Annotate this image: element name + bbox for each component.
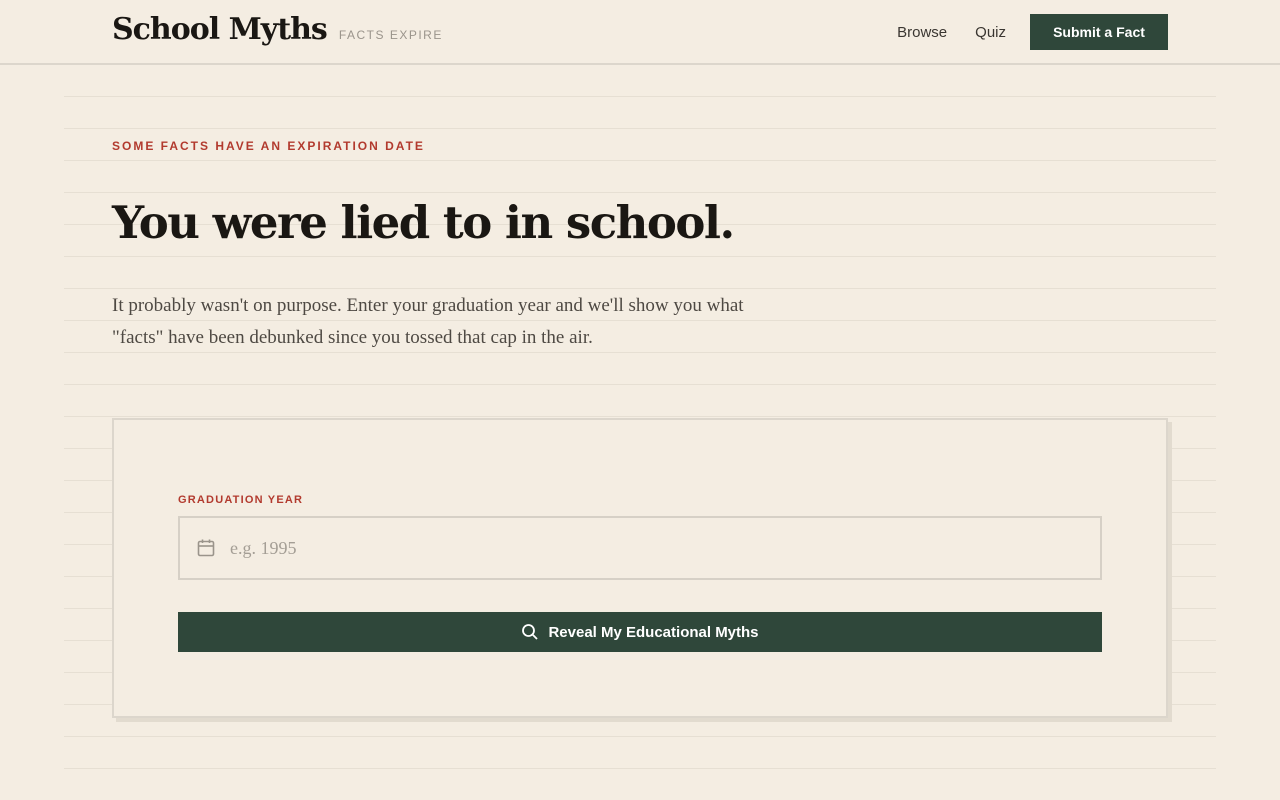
site-header: School Myths FACTS EXPIRE Browse Quiz Su… <box>0 0 1280 65</box>
brand[interactable]: School Myths FACTS EXPIRE <box>112 12 443 47</box>
graduation-year-field[interactable] <box>178 516 1102 580</box>
graduation-year-label: GRADUATION YEAR <box>178 494 304 506</box>
submit-fact-button[interactable]: Submit a Fact <box>1030 14 1168 50</box>
hero-lede: It probably wasn't on purpose. Enter you… <box>112 295 744 348</box>
graduation-year-input[interactable] <box>217 518 1100 578</box>
hero-headline: You were lied to in school. <box>112 196 735 249</box>
reveal-myths-button[interactable]: Reveal My Educational Myths <box>178 612 1102 652</box>
reveal-myths-button-label: Reveal My Educational Myths <box>548 623 759 641</box>
hero-eyebrow: SOME FACTS HAVE AN EXPIRATION DATE <box>112 139 425 153</box>
nav-quiz-link[interactable]: Quiz <box>975 24 1006 41</box>
search-icon <box>521 623 539 641</box>
brand-tagline: FACTS EXPIRE <box>338 28 443 42</box>
brand-title[interactable]: School Myths <box>112 12 328 47</box>
nav-browse-link[interactable]: Browse <box>897 24 947 41</box>
main-nav: Browse Quiz Submit a Fact <box>897 14 1168 50</box>
calendar-icon <box>195 537 217 559</box>
graduation-year-card: GRADUATION YEAR Reveal My Educational My… <box>112 418 1168 718</box>
